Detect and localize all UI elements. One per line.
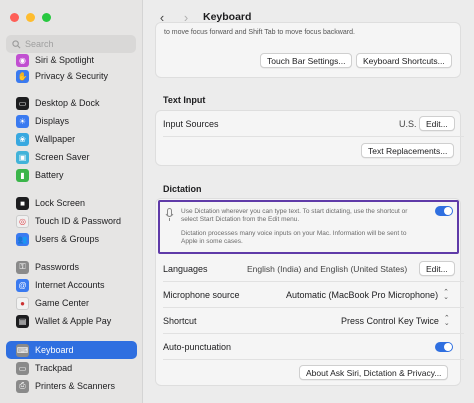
sidebar-item-desktop-dock[interactable]: ▭ Desktop & Dock [6, 94, 137, 112]
sidebar: ◉ Siri & Spotlight ✋ Privacy & Security … [0, 0, 143, 403]
languages-label: Languages [163, 264, 208, 274]
auto-punctuation-label: Auto-punctuation [163, 342, 232, 352]
navigation-hint: to move focus forward and Shift Tab to m… [164, 29, 355, 36]
chevron-updown-icon: ⌃ ⌄ [443, 315, 450, 327]
divider [163, 307, 464, 308]
sidebar-item-passwords[interactable]: ⚿ Passwords [6, 258, 137, 276]
input-sources-edit-button[interactable]: Edit... [419, 116, 455, 131]
divider [163, 136, 464, 137]
hand-icon: ✋ [16, 69, 29, 83]
divider [163, 281, 464, 282]
fingerprint-icon: ◎ [16, 214, 29, 228]
shortcut-value: Press Control Key Twice [341, 316, 439, 326]
sidebar-item-label: Internet Accounts [35, 280, 105, 291]
minimize-window-button[interactable] [26, 13, 35, 22]
touch-bar-settings-button[interactable]: Touch Bar Settings... [260, 53, 353, 68]
wallet-icon: ▤ [16, 314, 29, 328]
lock-icon: ■ [16, 196, 29, 210]
text-input-heading: Text Input [163, 95, 206, 105]
battery-icon: ▮ [16, 168, 29, 182]
sidebar-item-label: Passwords [35, 262, 80, 273]
sidebar-item-keyboard[interactable]: ⌨ Keyboard [6, 341, 137, 360]
siri-icon: ◉ [16, 53, 29, 67]
languages-value: English (India) and English (United Stat… [247, 264, 408, 274]
sidebar-item-label: Wallpaper [35, 134, 76, 145]
highlight-box [158, 200, 459, 254]
zoom-window-button[interactable] [42, 13, 51, 22]
sidebar-item-label: Users & Groups [35, 234, 100, 245]
sidebar-item-trackpad[interactable]: ▭ Trackpad [6, 359, 137, 377]
sidebar-item-label: Desktop & Dock [35, 98, 100, 109]
auto-punctuation-toggle[interactable] [435, 342, 453, 352]
microphone-source-value: Automatic (MacBook Pro Microphone) [286, 290, 439, 300]
sidebar-item-wallet[interactable]: ▤ Wallet & Apple Pay [6, 312, 137, 330]
keyboard-navigation-panel: to move focus forward and Shift Tab to m… [155, 22, 461, 78]
sidebar-item-battery[interactable]: ▮ Battery [6, 166, 137, 184]
search-icon [12, 39, 21, 48]
key-icon: ⚿ [16, 260, 29, 274]
keyboard-icon: ⌨ [16, 343, 29, 357]
sidebar-item-label: Touch ID & Password [35, 216, 122, 227]
main-content: ‹ › Keyboard to move focus forward and S… [143, 0, 474, 403]
screensaver-icon: ▣ [16, 150, 29, 164]
users-icon: 👥 [16, 232, 29, 246]
sidebar-item-wallpaper[interactable]: ❀ Wallpaper [6, 130, 137, 148]
sidebar-item-label: Wallet & Apple Pay [35, 316, 112, 327]
sidebar-item-label: Screen Saver [35, 152, 90, 163]
window-controls [10, 13, 51, 22]
text-replacements-button[interactable]: Text Replacements... [361, 143, 455, 158]
sidebar-item-label: Game Center [35, 298, 90, 309]
trackpad-icon: ▭ [16, 361, 29, 375]
dictation-heading: Dictation [163, 184, 202, 194]
sidebar-item-internet-accounts[interactable]: @ Internet Accounts [6, 276, 137, 294]
divider [163, 333, 464, 334]
about-dictation-privacy-button[interactable]: About Ask Siri, Dictation & Privacy... [299, 365, 449, 380]
wallpaper-icon: ❀ [16, 132, 29, 146]
shortcut-label: Shortcut [163, 316, 197, 326]
sidebar-item-label: Keyboard [35, 345, 74, 356]
input-sources-label: Input Sources [163, 119, 219, 129]
sidebar-item-label: Siri & Spotlight [35, 55, 95, 66]
chevron-updown-icon: ⌃ ⌄ [443, 289, 449, 301]
microphone-source-label: Microphone source [163, 290, 240, 300]
sidebar-item-label: Lock Screen [35, 198, 86, 209]
dock-icon: ▭ [16, 96, 29, 110]
sidebar-item-label: Printers & Scanners [35, 381, 116, 392]
sidebar-item-label: Battery [35, 170, 64, 181]
sidebar-item-printers[interactable]: ⎙ Printers & Scanners [6, 377, 137, 395]
sidebar-item-touch-id[interactable]: ◎ Touch ID & Password [6, 212, 137, 230]
sidebar-item-privacy[interactable]: ✋ Privacy & Security [6, 67, 137, 85]
close-window-button[interactable] [10, 13, 19, 22]
sidebar-item-lock-screen[interactable]: ■ Lock Screen [6, 194, 137, 212]
keyboard-shortcuts-button[interactable]: Keyboard Shortcuts... [356, 53, 452, 68]
sidebar-item-label: Trackpad [35, 363, 73, 374]
sidebar-item-users-groups[interactable]: 👥 Users & Groups [6, 230, 137, 248]
printer-icon: ⎙ [16, 379, 29, 393]
sidebar-item-screen-saver[interactable]: ▣ Screen Saver [6, 148, 137, 166]
sun-icon: ☀ [16, 114, 29, 128]
search-input[interactable] [25, 39, 125, 49]
gamecenter-icon: ● [16, 296, 29, 310]
sidebar-item-displays[interactable]: ☀ Displays [6, 112, 137, 130]
at-icon: @ [16, 278, 29, 292]
microphone-source-select[interactable]: Automatic (MacBook Pro Microphone) ⌃ ⌄ [286, 289, 449, 301]
shortcut-select[interactable]: Press Control Key Twice ⌃ ⌄ [341, 315, 450, 327]
sidebar-item-game-center[interactable]: ● Game Center [6, 294, 137, 312]
input-sources-value: U.S. [399, 119, 417, 129]
sidebar-item-label: Privacy & Security [35, 71, 109, 82]
divider [163, 359, 464, 360]
sidebar-item-label: Displays [35, 116, 70, 127]
languages-edit-button[interactable]: Edit... [419, 261, 455, 276]
